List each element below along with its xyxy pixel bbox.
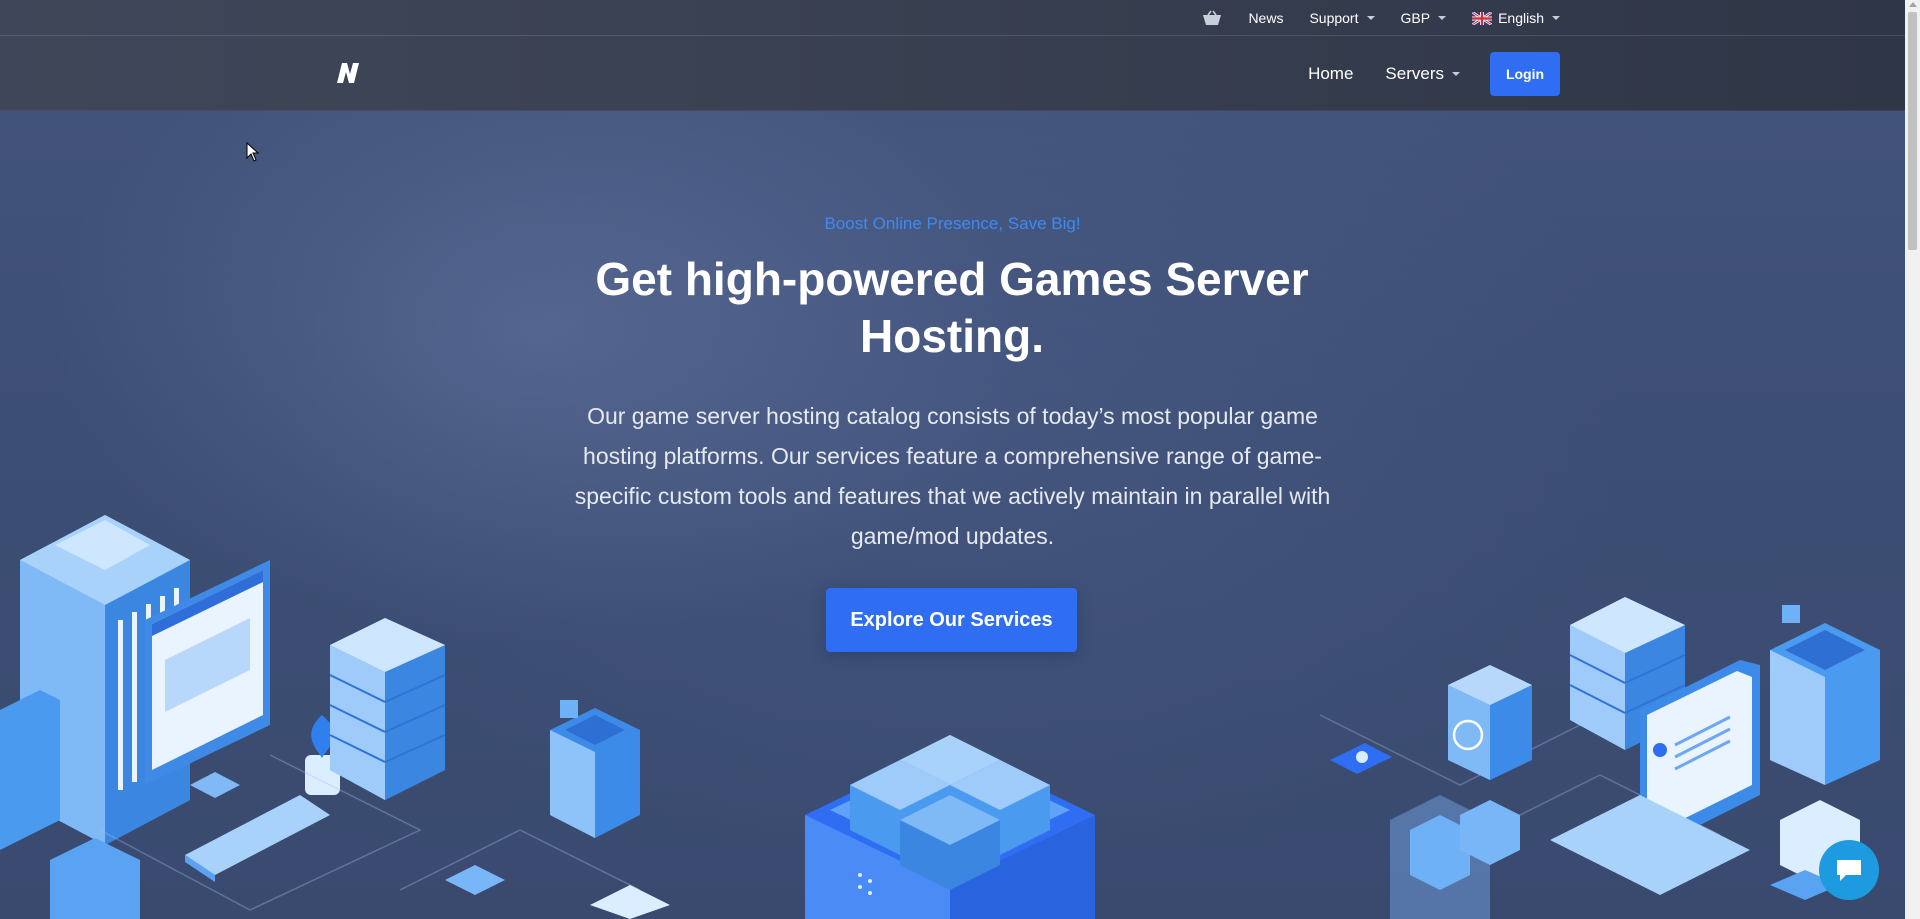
scrollbar-thumb[interactable] xyxy=(1908,12,1917,250)
chevron-down-icon xyxy=(1438,16,1447,20)
support-dropdown[interactable]: Support xyxy=(1309,10,1375,26)
chat-bubble-icon xyxy=(1837,860,1861,881)
isometric-datacenter-left-illustration xyxy=(0,515,670,919)
uk-flag-icon xyxy=(1472,11,1493,25)
nav-servers-label: Servers xyxy=(1385,64,1444,83)
news-link[interactable]: News xyxy=(1248,10,1283,26)
chevron-down-icon xyxy=(1452,72,1460,76)
site-header: News Support GBP English Home Servers Lo… xyxy=(0,0,1905,111)
main-nav-bar: Home Servers Login xyxy=(0,37,1905,111)
language-label: English xyxy=(1498,10,1544,26)
nav-home[interactable]: Home xyxy=(1308,64,1353,84)
vertical-scrollbar[interactable] xyxy=(1905,0,1920,919)
top-bar-links: News Support GBP English xyxy=(1202,0,1560,36)
login-button[interactable]: Login xyxy=(1490,52,1560,96)
mouse-cursor-icon xyxy=(246,142,260,162)
hero-eyebrow: Boost Online Presence, Save Big! xyxy=(824,214,1081,233)
language-dropdown[interactable]: English xyxy=(1472,10,1560,26)
primary-nav: Home Servers Login xyxy=(1308,52,1560,96)
brand-logo-icon[interactable] xyxy=(334,61,362,85)
chevron-down-icon xyxy=(1366,16,1375,20)
cart-link[interactable] xyxy=(1202,10,1222,26)
news-label: News xyxy=(1248,10,1284,26)
nav-home-label: Home xyxy=(1308,64,1354,83)
currency-dropdown[interactable]: GBP xyxy=(1401,10,1447,26)
page: News Support GBP English Home Servers Lo… xyxy=(0,0,1905,919)
top-bar: News Support GBP English xyxy=(0,0,1905,36)
nav-servers-dropdown[interactable]: Servers xyxy=(1385,64,1460,84)
currency-label: GBP xyxy=(1400,10,1431,26)
hero-headline: Get high-powered Games Server Hosting. xyxy=(595,253,1309,362)
isometric-cube-platform-illustration xyxy=(805,735,1095,919)
support-label: Support xyxy=(1309,10,1359,26)
live-chat-button[interactable] xyxy=(1819,840,1879,900)
isometric-network-right-illustration xyxy=(1319,597,1880,919)
basket-icon xyxy=(1203,10,1222,25)
chevron-down-icon xyxy=(1552,16,1560,20)
explore-services-button[interactable]: Explore Our Services xyxy=(826,588,1077,652)
scroll-up-arrow-icon[interactable] xyxy=(1909,2,1917,7)
